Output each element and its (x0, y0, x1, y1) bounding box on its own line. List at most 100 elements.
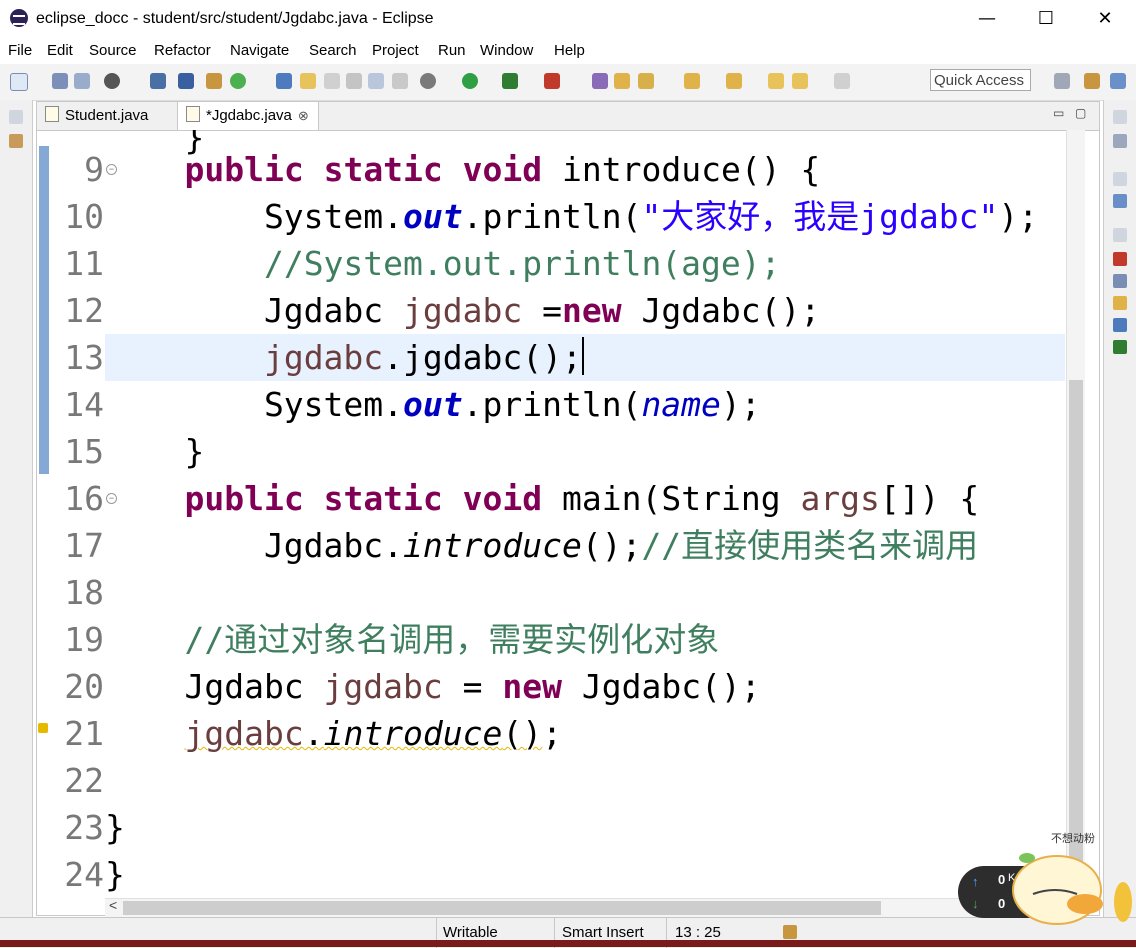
code-line: public static void introduce() { (184, 150, 821, 189)
save-all-icon[interactable] (74, 73, 90, 89)
status-cursor-position[interactable]: 13 : 25 (675, 924, 721, 941)
line-number: 24 (64, 855, 104, 894)
new-package-icon[interactable] (206, 73, 222, 89)
right-trim-bar (1103, 100, 1136, 947)
line-number: 14 (64, 385, 104, 424)
menu-edit[interactable]: Edit (47, 42, 73, 59)
new-java-project-icon[interactable] (592, 73, 608, 89)
menu-source[interactable]: Source (89, 42, 137, 59)
code-line: System.out.println("大家好，我是jgdabc"); (105, 197, 1039, 236)
declaration-icon[interactable] (1113, 296, 1127, 310)
minimize-editor-icon[interactable]: ▭ (1053, 106, 1064, 120)
line-number: 17 (64, 526, 104, 565)
code-line-current: jgdabc.jgdabc(); (105, 334, 1065, 381)
menu-help[interactable]: Help (554, 42, 585, 59)
menu-window[interactable]: Window (480, 42, 533, 59)
line-number: 20 (64, 667, 104, 706)
forward-icon[interactable] (834, 73, 850, 89)
code-line: System.out.println(name); (105, 385, 761, 424)
code-line: //通过对象名调用，需要实例化对象 (184, 620, 720, 659)
tab-student-java[interactable]: Student.java (37, 102, 177, 130)
line-number: 19 (64, 620, 104, 659)
new-file-icon[interactable] (10, 73, 28, 91)
warning-icon[interactable] (38, 723, 48, 733)
toggle-comment-icon[interactable] (368, 73, 384, 89)
code-area[interactable]: } public static void introduce() { Syste… (105, 130, 1065, 900)
problems-icon[interactable] (1113, 252, 1127, 266)
menu-file[interactable]: File (8, 42, 32, 59)
restore-bottom-icon[interactable] (1113, 228, 1127, 242)
search-icon[interactable] (638, 73, 654, 89)
console-icon[interactable] (150, 73, 166, 89)
save-icon[interactable] (52, 73, 68, 89)
quick-access-field[interactable]: Quick Access (930, 69, 1031, 91)
menu-bar: File Edit Source Refactor Navigate Searc… (0, 38, 1136, 64)
code-line: public static void main(String args[]) { (184, 479, 980, 518)
word-wrap-icon[interactable] (392, 73, 408, 89)
menu-project[interactable]: Project (372, 42, 419, 59)
new-class-icon[interactable] (230, 73, 246, 89)
status-insert-mode[interactable]: Smart Insert (562, 924, 644, 941)
task-list-icon[interactable] (1113, 134, 1127, 148)
duck-mascot-icon (1012, 853, 1132, 925)
close-tab-icon[interactable]: ⊗ (298, 108, 309, 123)
upload-arrow-icon: ↑ (972, 874, 979, 889)
heap-icon[interactable] (783, 925, 797, 939)
menu-search[interactable]: Search (309, 42, 357, 59)
package-explorer-icon[interactable] (9, 134, 23, 148)
line-number: 16 (64, 479, 104, 518)
restore-icon[interactable] (9, 110, 23, 124)
progress-icon[interactable] (1113, 340, 1127, 354)
java-editor: Student.java *Jgdabc.java ⊗ ▭ ▢ 9 − 10 11… (36, 101, 1100, 917)
skip-breakpoints-icon[interactable] (178, 73, 194, 89)
console-view-icon[interactable] (1113, 318, 1127, 332)
left-trim-bar (0, 100, 33, 947)
horizontal-scrollbar[interactable]: < (105, 897, 1065, 917)
run-icon[interactable] (462, 73, 478, 89)
java-file-icon (45, 106, 59, 122)
back-icon[interactable] (792, 73, 808, 89)
debug-perspective-icon[interactable] (104, 73, 120, 89)
debug-icon[interactable] (420, 73, 436, 89)
code-line: Jgdabc jgdabc =new Jgdabc(); (105, 291, 821, 330)
line-number: 22 (64, 761, 104, 800)
line-number: 23 (64, 808, 104, 847)
maximize-button[interactable]: ☐ (1023, 4, 1069, 34)
external-tools-icon[interactable] (544, 73, 560, 89)
line-number: 18 (64, 573, 104, 612)
menu-refactor[interactable]: Refactor (154, 42, 211, 59)
restore-outline-icon[interactable] (1113, 172, 1127, 186)
horizontal-scroll-thumb[interactable] (123, 901, 881, 915)
debug-perspective-switch-icon[interactable] (1110, 73, 1126, 89)
editor-tab-strip: Student.java *Jgdabc.java ⊗ ▭ ▢ (37, 102, 1099, 131)
tab-jgdabc-java[interactable]: *Jgdabc.java ⊗ (177, 102, 319, 130)
text-caret (581, 337, 584, 375)
outline-icon[interactable] (1113, 194, 1127, 208)
show-whitespace-icon[interactable] (324, 73, 340, 89)
close-button[interactable]: ✕ (1082, 4, 1128, 34)
restore-right-icon[interactable] (1113, 110, 1127, 124)
coverage-icon[interactable] (502, 73, 518, 89)
previous-annotation-icon[interactable] (726, 73, 742, 89)
mark-occurrences-icon[interactable] (300, 73, 316, 89)
javadoc-icon[interactable] (1113, 274, 1127, 288)
open-folder-icon[interactable] (614, 73, 630, 89)
line-number: 9 (84, 150, 104, 189)
java-perspective-icon[interactable] (1084, 73, 1100, 89)
open-type-icon[interactable] (276, 73, 292, 89)
vertical-scrollbar[interactable] (1066, 130, 1085, 900)
block-selection-icon[interactable] (346, 73, 362, 89)
minimize-button[interactable]: — (964, 4, 1010, 34)
next-annotation-icon[interactable] (684, 73, 700, 89)
last-edit-icon[interactable] (768, 73, 784, 89)
line-number: 15 (64, 432, 104, 471)
open-perspective-icon[interactable] (1054, 73, 1070, 89)
scroll-left-arrow[interactable]: < (109, 897, 117, 913)
line-number-ruler: 9 − 10 11 12 13 14 15 16 − 17 18 19 20 2… (38, 130, 117, 900)
menu-run[interactable]: Run (438, 42, 466, 59)
vertical-scroll-thumb[interactable] (1069, 380, 1083, 900)
maximize-editor-icon[interactable]: ▢ (1075, 106, 1086, 120)
menu-navigate[interactable]: Navigate (230, 42, 289, 59)
code-line: Jgdabc.introduce();//直接使用类名来调用 (105, 526, 979, 565)
